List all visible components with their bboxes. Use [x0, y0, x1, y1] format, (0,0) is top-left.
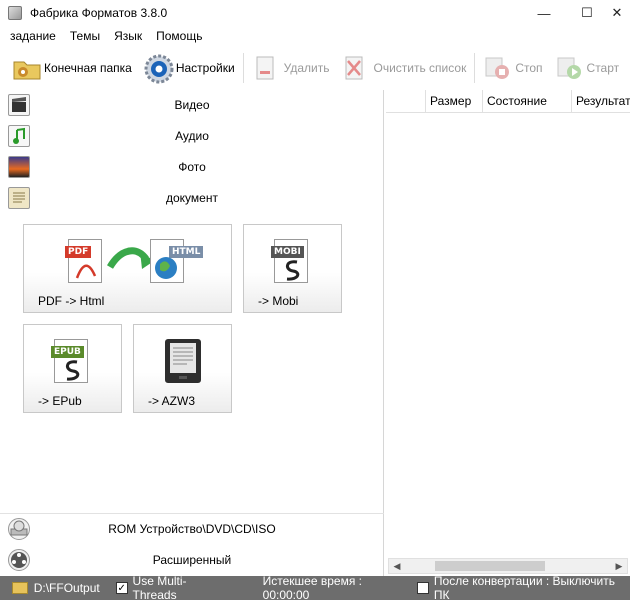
- html-doc-icon: HTML: [150, 239, 204, 283]
- title-bar: Фабрика Форматов 3.8.0 — ☐ ✕: [0, 0, 630, 26]
- remove-label: Удалить: [283, 61, 330, 75]
- settings-gear-icon: [144, 54, 174, 84]
- category-document[interactable]: документ: [0, 183, 384, 213]
- start-button[interactable]: Старт: [549, 50, 626, 86]
- film-reel-icon: [8, 549, 30, 571]
- maximize-button[interactable]: ☐: [570, 0, 604, 26]
- menu-help[interactable]: Помощь: [156, 29, 202, 43]
- column-header-size[interactable]: Размер: [426, 90, 483, 112]
- column-header-name[interactable]: [386, 90, 426, 112]
- tile-pdf-to-html[interactable]: PDF HTML PDF -> Html: [23, 224, 232, 313]
- output-folder-label: Конечная папка: [44, 61, 132, 75]
- header-divider: [386, 112, 630, 113]
- clear-list-icon: [341, 54, 369, 82]
- category-audio-label: Аудио: [175, 129, 209, 143]
- document-icon: [8, 187, 30, 209]
- stop-icon: [483, 54, 511, 82]
- window-title: Фабрика Форматов 3.8.0: [30, 6, 168, 20]
- conversion-panel: Видео Аудио Фото документ PDF HTML PDF -…: [0, 90, 384, 576]
- elapsed-time: Истекшее время : 00:00:00: [262, 574, 362, 602]
- remove-button[interactable]: Удалить: [246, 50, 336, 86]
- category-advanced-label: Расширенный: [152, 553, 232, 567]
- video-clapper-icon: [8, 94, 30, 116]
- disc-drive-icon: [8, 518, 30, 540]
- remove-doc-icon: [252, 54, 280, 82]
- stop-button[interactable]: Стоп: [477, 50, 548, 86]
- menu-bar: задание Темы Язык Помощь: [0, 26, 216, 46]
- scroll-right-icon[interactable]: ▶: [611, 559, 627, 573]
- after-convert-checkbox[interactable]: [417, 582, 429, 594]
- clear-list-button[interactable]: Очистить список: [335, 50, 472, 86]
- tile-azw3-label: -> AZW3: [148, 394, 196, 408]
- stop-label: Стоп: [515, 61, 543, 75]
- close-button[interactable]: ✕: [600, 0, 630, 26]
- tile-pdf-to-html-label: PDF -> Html: [38, 294, 105, 308]
- task-list[interactable]: Размер Состояние Результат ◀ ▶: [386, 90, 630, 576]
- output-folder-icon[interactable]: [12, 582, 28, 594]
- category-advanced[interactable]: Расширенный: [0, 545, 384, 575]
- audio-note-icon: [8, 125, 30, 147]
- output-folder-button[interactable]: Конечная папка: [0, 50, 138, 86]
- settings-label: Настройки: [175, 61, 235, 75]
- minimize-button[interactable]: —: [527, 0, 561, 26]
- category-photo[interactable]: Фото: [0, 152, 384, 182]
- category-document-label: документ: [166, 191, 218, 205]
- menu-themes[interactable]: Темы: [70, 29, 100, 43]
- output-path[interactable]: D:\FFOutput: [34, 581, 100, 595]
- horizontal-scrollbar[interactable]: ◀ ▶: [388, 558, 628, 574]
- convert-arrow-icon: [106, 247, 154, 269]
- mobi-doc-icon: MOBI: [271, 239, 308, 283]
- start-icon: [555, 54, 583, 82]
- app-icon: [8, 6, 22, 20]
- category-photo-label: Фото: [178, 160, 206, 174]
- toolbar-separator: [242, 53, 244, 83]
- category-video[interactable]: Видео: [0, 90, 384, 120]
- toolbar: Конечная папка Настройки Удалить Очистит…: [0, 48, 630, 88]
- tile-mobi-label: -> Mobi: [258, 294, 299, 308]
- status-bar: D:\FFOutput ✓ Use Multi-Threads Истекшее…: [0, 574, 630, 602]
- toolbar-separator-2: [474, 53, 476, 83]
- folder-icon: [12, 54, 41, 82]
- column-header-result[interactable]: Результат: [572, 90, 630, 112]
- start-label: Старт: [586, 61, 620, 75]
- menu-language[interactable]: Язык: [114, 29, 142, 43]
- ereader-icon: [165, 339, 201, 383]
- tile-azw3[interactable]: -> AZW3: [133, 324, 232, 413]
- category-rom-device[interactable]: ROM Устройство\DVD\CD\ISO: [0, 514, 384, 544]
- category-audio[interactable]: Аудио: [0, 121, 384, 151]
- tile-epub-label: -> EPub: [38, 394, 82, 408]
- scroll-left-icon[interactable]: ◀: [389, 559, 405, 573]
- epub-doc-icon: EPUB: [51, 339, 88, 383]
- multithreads-label: Use Multi-Threads: [132, 574, 187, 602]
- settings-button[interactable]: Настройки: [138, 50, 241, 86]
- pdf-doc-icon: PDF: [65, 239, 102, 283]
- tile-epub[interactable]: EPUB -> EPub: [23, 324, 122, 413]
- menu-task[interactable]: задание: [10, 29, 56, 43]
- photo-icon: [8, 156, 30, 178]
- scrollbar-thumb[interactable]: [435, 561, 545, 571]
- category-video-label: Видео: [174, 98, 210, 112]
- multithreads-checkbox[interactable]: ✓: [115, 582, 128, 594]
- tile-mobi[interactable]: MOBI -> Mobi: [243, 224, 342, 313]
- clear-list-label: Очистить список: [373, 61, 467, 75]
- column-header-status[interactable]: Состояние: [483, 90, 572, 112]
- category-rom-label: ROM Устройство\DVD\CD\ISO: [108, 522, 276, 536]
- after-convert-label: После конвертации : Выключить ПК: [433, 574, 615, 602]
